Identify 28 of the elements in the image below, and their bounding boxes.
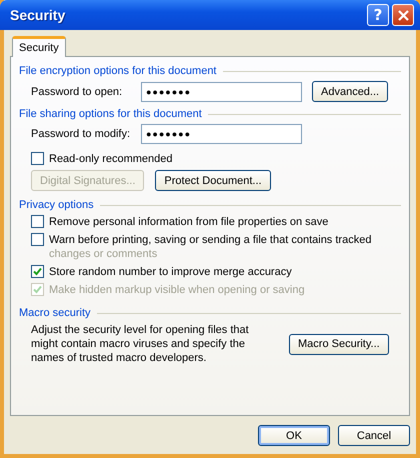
window-title: Security — [10, 7, 66, 23]
action-button[interactable]: Protect Document... — [155, 170, 271, 191]
checkbox-label: Store random number to improve merge accuracy — [49, 265, 292, 279]
checkbox[interactable] — [31, 152, 44, 165]
tab[interactable]: Security — [12, 36, 66, 57]
checkbox[interactable] — [31, 215, 44, 228]
section-heading: Macro security — [19, 307, 91, 319]
checkbox-label: Warn before printing, saving or sending a file that contains tracked changes or comments — [49, 233, 372, 261]
close-button[interactable] — [392, 4, 414, 26]
macro-security-button[interactable]: Macro Security... — [289, 334, 389, 354]
checkbox-label: Read-only recommended — [49, 152, 173, 166]
dialog-button[interactable]: OK — [258, 425, 330, 446]
section-heading: File encryption options for this document — [19, 65, 216, 77]
close-icon — [398, 10, 408, 20]
checkbox-label: Make hidden markup visible when opening or saving — [49, 283, 305, 297]
help-button[interactable]: ? — [367, 4, 389, 26]
password-field[interactable]: ●●●●●●● — [141, 82, 302, 102]
section-heading: Privacy options — [19, 199, 94, 211]
advanced-button[interactable]: Advanced... — [312, 81, 388, 102]
password-field[interactable]: ●●●●●●● — [141, 124, 302, 144]
checkbox[interactable] — [31, 233, 44, 246]
field-label: Password to open: — [31, 86, 124, 98]
dialog-button[interactable]: Cancel — [338, 425, 410, 446]
checkbox[interactable] — [31, 265, 44, 278]
field-label: Password to modify: — [31, 128, 132, 140]
checkbox-label: Remove personal information from file properties on save — [49, 215, 328, 229]
description-text: Adjust the security level for opening files that might contain macro viruses and specify the names of trusted macro developers. — [31, 323, 250, 365]
section-heading: File sharing options for this document — [19, 108, 202, 120]
